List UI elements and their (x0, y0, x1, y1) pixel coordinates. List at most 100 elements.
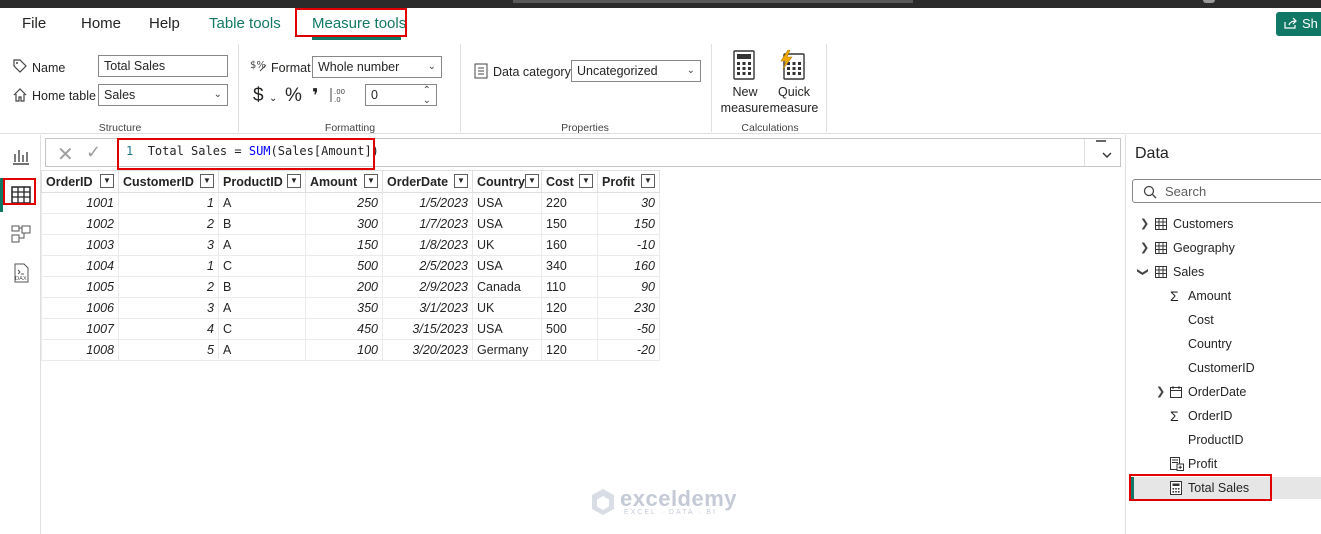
filter-dropdown-icon[interactable]: ▼ (454, 174, 468, 188)
cell-orderdate[interactable]: 3/15/2023 (382, 318, 473, 340)
cell-orderdate[interactable]: 1/8/2023 (382, 234, 473, 256)
table-view-icon[interactable] (10, 184, 32, 206)
menu-home[interactable]: Home (81, 8, 121, 40)
quick-measure-button[interactable]: Quick measure (768, 48, 820, 118)
home-table-select[interactable]: Sales ⌄ (98, 84, 228, 106)
cell-productid[interactable]: B (218, 213, 306, 235)
cell-customerid[interactable]: 1 (118, 192, 219, 214)
filter-dropdown-icon[interactable]: ▼ (364, 174, 378, 188)
cell-orderid[interactable]: 1005 (41, 276, 119, 298)
column-header-cost[interactable]: Cost ▼ (541, 170, 598, 193)
menu-help[interactable]: Help (149, 8, 180, 40)
title-search-box[interactable] (513, 0, 913, 3)
cell-amount[interactable]: 450 (305, 318, 383, 340)
filter-dropdown-icon[interactable]: ▼ (579, 174, 593, 188)
cell-customerid[interactable]: 4 (118, 318, 219, 340)
cell-productid[interactable]: C (218, 255, 306, 277)
cell-country[interactable]: USA (472, 255, 542, 277)
cell-customerid[interactable]: 1 (118, 255, 219, 277)
cell-orderid[interactable]: 1002 (41, 213, 119, 235)
cell-orderdate[interactable]: 3/1/2023 (382, 297, 473, 319)
data-category-select[interactable]: Uncategorized ⌄ (571, 60, 701, 82)
cell-customerid[interactable]: 3 (118, 234, 219, 256)
cell-country[interactable]: UK (472, 234, 542, 256)
cell-orderid[interactable]: 1003 (41, 234, 119, 256)
expand-formula-button[interactable] (1084, 139, 1120, 166)
new-measure-button[interactable]: New measure (720, 48, 770, 118)
cell-amount[interactable]: 150 (305, 234, 383, 256)
cell-profit[interactable]: 150 (597, 213, 660, 235)
tree-field-productid[interactable]: ProductID (1188, 429, 1244, 451)
column-header-profit[interactable]: Profit ▼ (597, 170, 660, 193)
cell-productid[interactable]: A (218, 339, 306, 361)
format-select[interactable]: Whole number ⌄ (312, 56, 442, 78)
cell-profit[interactable]: 30 (597, 192, 660, 214)
cell-orderdate[interactable]: 2/9/2023 (382, 276, 473, 298)
filter-dropdown-icon[interactable]: ▼ (200, 174, 214, 188)
column-header-customerid[interactable]: CustomerID ▼ (118, 170, 219, 193)
cell-customerid[interactable]: 3 (118, 297, 219, 319)
cell-productid[interactable]: B (218, 276, 306, 298)
formula-editor[interactable]: 1 Total Sales = SUM(Sales[Amount]) (126, 144, 379, 158)
cell-cost[interactable]: 120 (541, 339, 598, 361)
chevron-right-icon[interactable]: ❯ (1140, 213, 1149, 235)
decimals-spinner[interactable]: 0 ⌃ ⌄ (365, 84, 437, 106)
cell-orderid[interactable]: 1004 (41, 255, 119, 277)
cell-profit[interactable]: -50 (597, 318, 660, 340)
model-view-icon[interactable] (10, 223, 32, 245)
cell-orderdate[interactable]: 1/5/2023 (382, 192, 473, 214)
percent-button[interactable]: % (285, 85, 302, 107)
account-avatar[interactable] (1203, 0, 1215, 3)
filter-dropdown-icon[interactable]: ▼ (641, 174, 655, 188)
chevron-right-icon[interactable]: ❯ (1140, 237, 1149, 259)
cell-orderid[interactable]: 1006 (41, 297, 119, 319)
cell-country[interactable]: Germany (472, 339, 542, 361)
cell-country[interactable]: UK (472, 297, 542, 319)
cell-orderdate[interactable]: 3/20/2023 (382, 339, 473, 361)
menu-file[interactable]: File (22, 8, 46, 40)
cell-productid[interactable]: A (218, 234, 306, 256)
column-header-country[interactable]: Country ▼ (472, 170, 542, 193)
cell-customerid[interactable]: 2 (118, 213, 219, 235)
share-button[interactable]: Sh (1276, 12, 1321, 36)
cell-country[interactable]: USA (472, 213, 542, 235)
cell-cost[interactable]: 110 (541, 276, 598, 298)
cell-amount[interactable]: 350 (305, 297, 383, 319)
column-header-orderdate[interactable]: OrderDate ▼ (382, 170, 473, 193)
cell-profit[interactable]: -20 (597, 339, 660, 361)
currency-dropdown-icon[interactable]: ⌄ (269, 93, 277, 104)
filter-dropdown-icon[interactable]: ▼ (525, 174, 539, 188)
column-header-productid[interactable]: ProductID ▼ (218, 170, 306, 193)
cell-cost[interactable]: 120 (541, 297, 598, 319)
tree-field-country[interactable]: Country (1188, 333, 1232, 355)
column-header-orderid[interactable]: OrderID ▼ (41, 170, 119, 193)
cell-orderdate[interactable]: 1/7/2023 (382, 213, 473, 235)
decimal-places-icon[interactable]: .00.0 (330, 86, 348, 104)
cell-orderid[interactable]: 1001 (41, 192, 119, 214)
filter-dropdown-icon[interactable]: ▼ (100, 174, 114, 188)
cell-productid[interactable]: A (218, 192, 306, 214)
cell-profit[interactable]: 90 (597, 276, 660, 298)
cell-productid[interactable]: A (218, 297, 306, 319)
cell-country[interactable]: USA (472, 192, 542, 214)
cell-country[interactable]: USA (472, 318, 542, 340)
cell-cost[interactable]: 160 (541, 234, 598, 256)
cell-amount[interactable]: 300 (305, 213, 383, 235)
menu-table-tools[interactable]: Table tools (209, 8, 281, 40)
cell-profit[interactable]: 230 (597, 297, 660, 319)
data-search-input[interactable]: Search (1132, 179, 1321, 203)
cell-profit[interactable]: 160 (597, 255, 660, 277)
currency-button[interactable]: $ (253, 85, 264, 107)
cell-customerid[interactable]: 2 (118, 276, 219, 298)
cell-orderid[interactable]: 1007 (41, 318, 119, 340)
chevron-right-icon[interactable]: ❯ (1156, 381, 1165, 403)
chevron-down-icon[interactable]: ❯ (1132, 267, 1154, 276)
commit-formula-icon[interactable]: ✓ (86, 142, 101, 163)
comma-button[interactable]: ❜ (312, 85, 319, 108)
menu-measure-tools[interactable]: Measure tools (312, 8, 406, 40)
report-view-icon[interactable] (10, 145, 32, 167)
cell-amount[interactable]: 500 (305, 255, 383, 277)
cell-cost[interactable]: 500 (541, 318, 598, 340)
cell-productid[interactable]: C (218, 318, 306, 340)
column-header-amount[interactable]: Amount ▼ (305, 170, 383, 193)
